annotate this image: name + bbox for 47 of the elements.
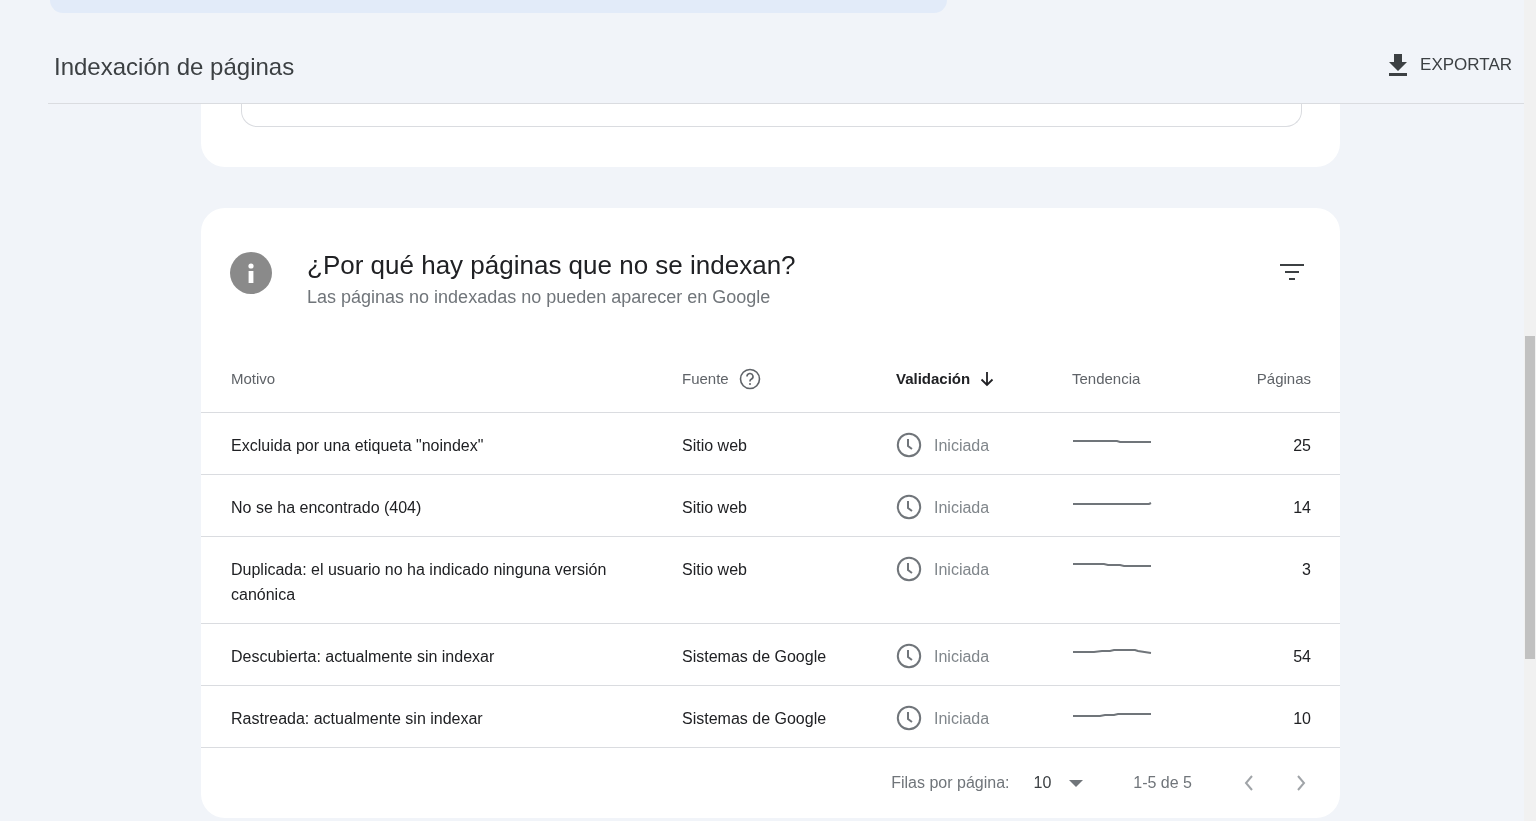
info-icon	[230, 252, 272, 294]
scrollbar[interactable]	[1524, 0, 1536, 821]
table-cell-text: Duplicada: el usuario no ha indicado ninguna versión canónica	[231, 560, 608, 605]
table-cell-text: Excluida por una etiqueta "noindex"	[231, 436, 485, 456]
column-header[interactable]: Tendencia	[1072, 370, 1141, 387]
table-cell-text: Rastreada: actualmente sin indexar	[231, 709, 484, 729]
clock-icon	[896, 432, 922, 458]
help-icon[interactable]	[738, 367, 761, 390]
download-icon	[1388, 53, 1409, 76]
column-header[interactable]: Motivo	[231, 370, 276, 387]
status-text: Iniciada	[934, 647, 990, 667]
table-cell-text: Sitio web	[682, 436, 748, 456]
table-cell-text: Sistemas de Google	[682, 709, 828, 729]
table-cell-text: Sitio web	[682, 560, 748, 580]
column-header[interactable]: Páginas	[1256, 370, 1311, 387]
status-text: Iniciada	[934, 560, 990, 580]
page-title: Indexación de páginas	[54, 52, 295, 81]
column-header[interactable]: Fuente	[682, 370, 729, 387]
table-cell-text: Sitio web	[682, 498, 748, 518]
table-cell-text: 3	[1302, 560, 1311, 580]
table-cell-text: Descubierta: actualmente sin indexar	[231, 647, 496, 667]
scrollbar-thumb[interactable]	[1525, 336, 1535, 659]
caret-icon	[1069, 779, 1084, 787]
status-text: Iniciada	[934, 498, 990, 518]
status-text: Iniciada	[934, 709, 990, 729]
filter-icon	[1280, 264, 1304, 280]
clock-icon	[896, 705, 922, 731]
table-cell-text: 25	[1293, 436, 1311, 456]
rows-per-page-select[interactable]: 10	[1029, 770, 1088, 796]
status-text: Iniciada	[934, 436, 990, 456]
clock-icon	[896, 556, 922, 582]
sort-arrow-icon[interactable]	[980, 370, 995, 387]
table-cell-text: 54	[1293, 647, 1311, 667]
rows-per-page-label: Filas por página:	[891, 774, 1010, 792]
table-cell-text: 10	[1293, 709, 1311, 729]
table-cell-text: 14	[1293, 498, 1311, 518]
export-button[interactable]: EXPORTAR	[1384, 47, 1516, 82]
clock-icon	[896, 643, 922, 669]
page-range: 1-5 de 5	[1133, 774, 1192, 792]
table-cell-text: Sistemas de Google	[682, 647, 828, 667]
chevron-left-icon	[1244, 775, 1254, 791]
card-subtitle: Las páginas no indexadas no pueden aparecer en Google	[307, 287, 772, 308]
table-cell-text: No se ha encontrado (404)	[231, 498, 423, 518]
clock-icon	[896, 494, 922, 520]
chevron-right-icon	[1296, 775, 1306, 791]
card-title: ¿Por qué hay páginas que no se indexan?	[307, 250, 797, 281]
column-header[interactable]: Validación	[896, 370, 971, 387]
